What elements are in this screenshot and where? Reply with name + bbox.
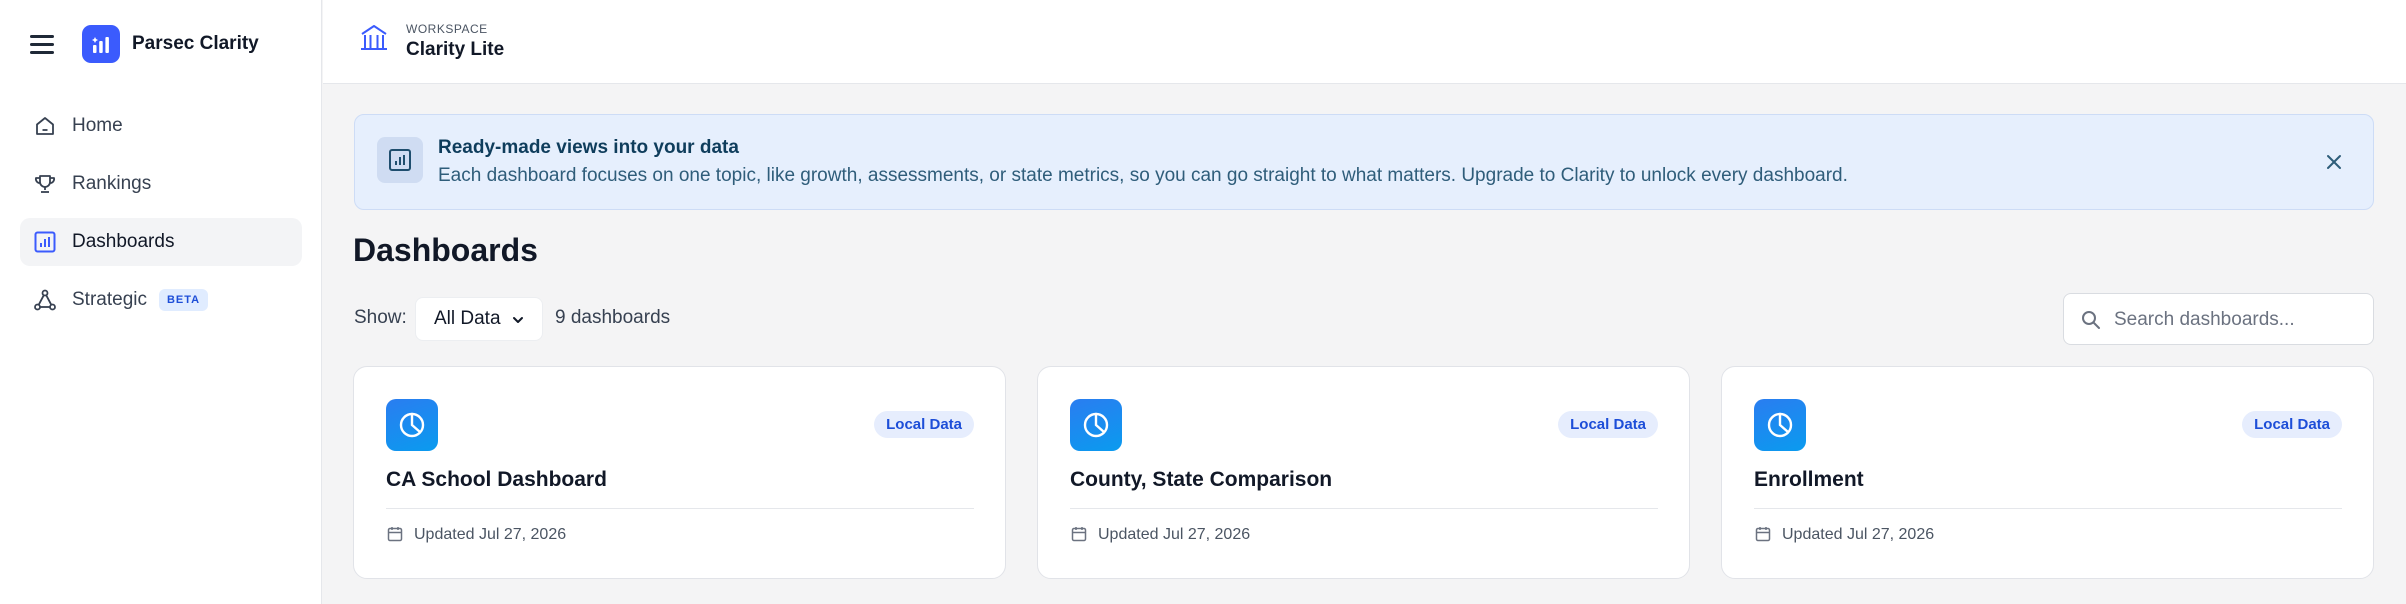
- sidebar-nav: Home Rankings Dashboards Strategic BETA: [20, 102, 302, 334]
- divider: [1070, 508, 1658, 509]
- data-filter-select[interactable]: All Data: [415, 297, 543, 341]
- local-data-badge: Local Data: [874, 411, 974, 438]
- dashboard-card[interactable]: Local Data Enrollment Updated Jul 27, 20…: [1721, 366, 2374, 579]
- pie-chart-icon: [386, 399, 438, 451]
- workspace-caption: WORKSPACE: [406, 22, 488, 36]
- dashboard-grid: Local Data CA School Dashboard Updated J…: [353, 366, 2375, 579]
- divider: [386, 508, 974, 509]
- dashboard-card[interactable]: Local Data CA School Dashboard Updated J…: [353, 366, 1006, 579]
- workspace-name[interactable]: Clarity Lite: [406, 39, 504, 61]
- beta-badge: BETA: [158, 289, 209, 311]
- search-input[interactable]: [2114, 306, 2364, 334]
- updated-date: Updated Jul 27, 2026: [1782, 526, 1935, 543]
- top-bar: WORKSPACE Clarity Lite: [323, 0, 2406, 84]
- pie-chart-icon: [1070, 399, 1122, 451]
- search-box: [2063, 293, 2374, 345]
- banner-title: Ready-made views into your data: [438, 137, 739, 158]
- calendar-icon: [1754, 525, 1772, 543]
- home-icon: [32, 113, 58, 139]
- menu-icon[interactable]: [30, 24, 62, 64]
- pie-chart-icon: [1754, 399, 1806, 451]
- sidebar: Parsec Clarity Home Rankings Dashboards …: [0, 0, 322, 604]
- sidebar-item-strategic[interactable]: Strategic BETA: [20, 276, 302, 324]
- show-label: Show:: [354, 307, 407, 328]
- sidebar-item-label: Dashboards: [72, 231, 175, 252]
- search-icon: [2080, 309, 2102, 331]
- chevron-down-icon: [508, 310, 528, 330]
- select-value: All Data: [434, 308, 501, 329]
- sidebar-item-label: Rankings: [72, 173, 152, 194]
- card-title: Enrollment: [1754, 468, 1864, 491]
- info-banner: Ready-made views into your data Each das…: [354, 114, 2374, 210]
- dashboard-count: 9 dashboards: [555, 307, 671, 328]
- local-data-badge: Local Data: [2242, 411, 2342, 438]
- close-icon[interactable]: [2321, 149, 2347, 175]
- calendar-icon: [1070, 525, 1088, 543]
- brand: Parsec Clarity: [30, 24, 259, 64]
- sidebar-item-home[interactable]: Home: [20, 102, 302, 150]
- divider: [1754, 508, 2342, 509]
- app-name: Parsec Clarity: [132, 33, 259, 54]
- building-icon: [358, 22, 390, 54]
- dashboard-card[interactable]: Local Data County, State Comparison Upda…: [1037, 366, 1690, 579]
- sidebar-item-rankings[interactable]: Rankings: [20, 160, 302, 208]
- calendar-icon: [386, 525, 404, 543]
- card-title: County, State Comparison: [1070, 468, 1333, 491]
- local-data-badge: Local Data: [1558, 411, 1658, 438]
- network-icon: [32, 287, 58, 313]
- updated-date: Updated Jul 27, 2026: [1098, 526, 1251, 543]
- updated-date: Updated Jul 27, 2026: [414, 526, 567, 543]
- dashboard-icon: [377, 137, 423, 183]
- app-logo-icon: [82, 25, 120, 63]
- chart-icon: [32, 229, 58, 255]
- sidebar-item-label: Strategic: [72, 289, 147, 310]
- page-title: Dashboards: [353, 232, 538, 268]
- banner-text: Each dashboard focuses on one topic, lik…: [438, 165, 1848, 186]
- card-title: CA School Dashboard: [386, 468, 607, 491]
- trophy-icon: [32, 171, 58, 197]
- sidebar-item-dashboards[interactable]: Dashboards: [20, 218, 302, 266]
- sidebar-item-label: Home: [72, 115, 123, 136]
